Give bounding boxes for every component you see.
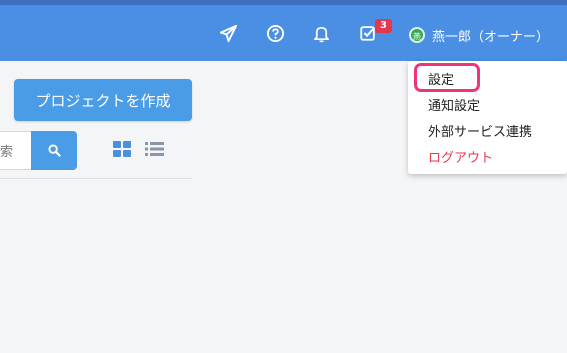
grid-view-icon[interactable] xyxy=(113,141,131,157)
top-header: 3 燕 燕一郎（オーナー） xyxy=(0,0,567,61)
user-dropdown-menu: 設定 通知設定 外部サービス連携 ログアウト xyxy=(408,61,567,174)
search-icon xyxy=(47,144,61,157)
menu-item-external-services[interactable]: 外部サービス連携 xyxy=(428,121,532,140)
search-button[interactable] xyxy=(31,131,77,170)
bell-icon[interactable] xyxy=(311,23,331,43)
help-circle-icon[interactable] xyxy=(265,23,285,43)
menu-item-notification-settings[interactable]: 通知設定 xyxy=(428,95,480,114)
avatar: 燕 xyxy=(409,27,425,43)
menu-item-settings[interactable]: 設定 xyxy=(428,69,454,88)
divider xyxy=(0,178,192,179)
user-menu[interactable]: 燕 燕一郎（オーナー） xyxy=(409,24,549,46)
menu-item-logout[interactable]: ログアウト xyxy=(428,147,493,166)
list-view-icon[interactable] xyxy=(145,141,164,157)
paper-plane-icon[interactable] xyxy=(218,23,238,43)
notification-badge: 3 xyxy=(375,19,392,33)
user-name: 燕一郎（オーナー） xyxy=(432,29,550,45)
create-project-button[interactable]: プロジェクトを作成 xyxy=(14,79,192,121)
search-placeholder: 索 xyxy=(0,145,14,160)
